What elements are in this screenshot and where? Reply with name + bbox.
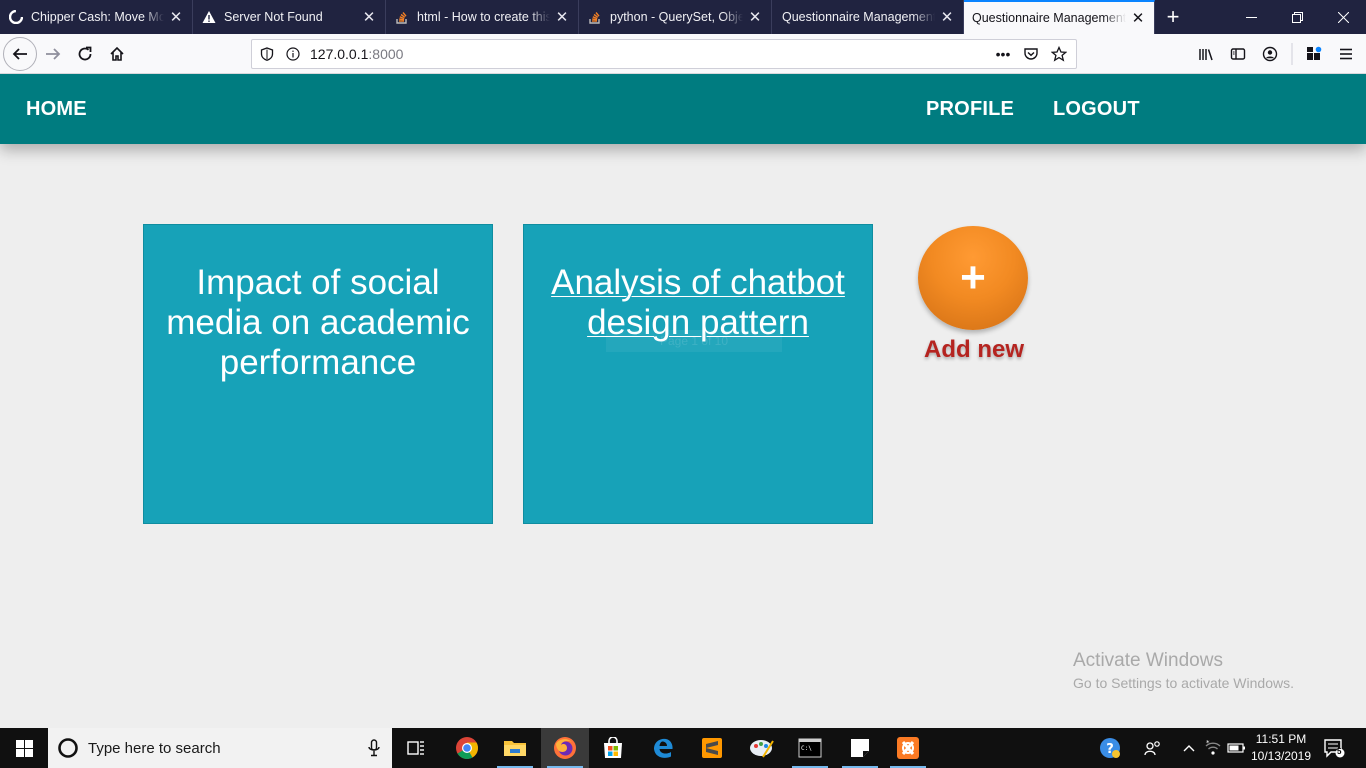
add-new-label[interactable]: Add new xyxy=(924,336,1034,364)
account-icon[interactable] xyxy=(1254,38,1286,70)
chrome-icon[interactable] xyxy=(443,728,491,768)
task-view-icon[interactable] xyxy=(392,728,440,768)
browser-tab-html-question[interactable]: html - How to create this ✕ xyxy=(386,0,579,34)
close-tab-icon[interactable]: ✕ xyxy=(1130,9,1146,27)
browser-tab-questionnaire-1[interactable]: Questionnaire Management S ✕ xyxy=(772,0,964,34)
notification-center-icon[interactable]: 5 xyxy=(1318,728,1350,768)
reload-icon xyxy=(78,46,92,61)
library-icon[interactable] xyxy=(1190,38,1222,70)
wifi-icon[interactable]: * xyxy=(1202,728,1224,768)
questionnaire-card-title[interactable]: Analysis of chatbot design pattern xyxy=(524,263,872,343)
web-page: HOME PROFILE LOGOUT Impact of social med… xyxy=(0,74,1366,728)
toolbar-right-group xyxy=(1190,34,1366,74)
url-text[interactable]: 127.0.0.1:8000 xyxy=(310,46,992,62)
page-actions-icon[interactable]: ••• xyxy=(992,43,1014,65)
svg-text:*: * xyxy=(1206,740,1210,747)
tab-title: html - How to create this xyxy=(417,10,550,24)
forward-button[interactable] xyxy=(37,38,69,70)
paint-icon[interactable] xyxy=(738,728,786,768)
tab-title: Server Not Found xyxy=(224,10,323,24)
xampp-icon[interactable] xyxy=(884,728,932,768)
add-new-button[interactable]: + xyxy=(918,226,1028,330)
reload-button[interactable] xyxy=(69,38,101,70)
minimize-icon[interactable] xyxy=(1228,0,1274,34)
cmd-icon[interactable]: C:\ xyxy=(786,728,834,768)
people-icon[interactable] xyxy=(1138,728,1168,768)
browser-tab-questionnaire-active[interactable]: Questionnaire Management S ✕ xyxy=(964,0,1155,34)
add-new-questionnaire[interactable]: + Add new xyxy=(918,226,1028,363)
chevron-up-icon[interactable] xyxy=(1178,728,1200,768)
home-icon xyxy=(110,46,124,61)
extensions-icon[interactable] xyxy=(1298,38,1330,70)
close-tab-icon[interactable]: ✕ xyxy=(747,8,763,26)
stackoverflow-icon xyxy=(587,9,603,25)
back-button[interactable] xyxy=(3,37,37,71)
tab-title: Chipper Cash: Move Mon xyxy=(31,10,164,24)
clock-time: 11:51 PM xyxy=(1255,732,1307,746)
tab-title: Questionnaire Management S xyxy=(972,11,1126,25)
windows-logo-icon xyxy=(15,739,33,757)
cortana-icon xyxy=(48,728,88,768)
sidebar-icon[interactable] xyxy=(1222,38,1254,70)
warning-icon xyxy=(201,9,217,25)
browser-tab-python-question[interactable]: python - QuerySet, Object ✕ xyxy=(579,0,772,34)
clock-date: 10/13/2019 xyxy=(1250,749,1312,763)
battery-icon[interactable] xyxy=(1226,728,1248,768)
questionnaire-card-title[interactable]: Impact of social media on academic perfo… xyxy=(144,263,492,383)
start-button[interactable] xyxy=(0,728,48,768)
chipper-favicon xyxy=(8,9,24,25)
taskbar-search[interactable]: Type here to search xyxy=(48,728,392,768)
system-clock[interactable]: 11:51 PM 10/13/2019 xyxy=(1246,731,1316,765)
close-tab-icon[interactable]: ✕ xyxy=(554,8,570,26)
shield-icon[interactable] xyxy=(256,40,278,68)
browser-tab-server-not-found[interactable]: Server Not Found ✕ xyxy=(193,0,386,34)
help-icon[interactable]: ? xyxy=(1094,728,1126,768)
edge-icon[interactable] xyxy=(639,728,687,768)
browser-toolbar: 127.0.0.1:8000 ••• xyxy=(0,34,1366,74)
tab-title: python - QuerySet, Object xyxy=(610,10,743,24)
nav-logout-link[interactable]: LOGOUT xyxy=(1053,98,1140,121)
browser-tab-strip: Chipper Cash: Move Mon ✕ Server Not Foun… xyxy=(0,0,1366,34)
close-tab-icon[interactable]: ✕ xyxy=(361,8,377,26)
notification-count: 5 xyxy=(1337,747,1342,756)
back-arrow-icon xyxy=(12,48,27,60)
site-header: HOME PROFILE LOGOUT xyxy=(0,74,1366,144)
nav-home-link[interactable]: HOME xyxy=(26,98,87,121)
svg-text:C:\: C:\ xyxy=(801,745,812,752)
store-icon[interactable] xyxy=(589,728,637,768)
new-tab-button[interactable]: + xyxy=(1155,0,1191,34)
nav-profile-link[interactable]: PROFILE xyxy=(926,98,1014,121)
plus-icon: + xyxy=(960,253,986,302)
home-button[interactable] xyxy=(101,38,133,70)
menu-hamburger-icon[interactable] xyxy=(1330,38,1362,70)
firefox-icon[interactable] xyxy=(541,728,589,768)
close-tab-icon[interactable]: ✕ xyxy=(168,8,184,26)
url-port: :8000 xyxy=(368,46,404,62)
tab-title: Questionnaire Management S xyxy=(782,10,935,24)
search-placeholder[interactable]: Type here to search xyxy=(88,740,356,757)
questionnaire-card[interactable]: Impact of social media on academic perfo… xyxy=(143,224,493,524)
sublime-text-icon[interactable] xyxy=(688,728,736,768)
watermark-subtitle: Go to Settings to activate Windows. xyxy=(1073,675,1294,691)
forward-arrow-icon xyxy=(46,48,61,60)
sticky-notes-icon[interactable] xyxy=(836,728,884,768)
stackoverflow-icon xyxy=(394,9,410,25)
address-bar[interactable]: 127.0.0.1:8000 ••• xyxy=(251,39,1077,69)
microphone-icon[interactable] xyxy=(356,739,392,757)
url-host: 127.0.0.1 xyxy=(310,46,369,62)
browser-tab-chipper[interactable]: Chipper Cash: Move Mon ✕ xyxy=(0,0,193,34)
file-explorer-icon[interactable] xyxy=(491,728,539,768)
pocket-icon[interactable] xyxy=(1020,43,1042,65)
restore-icon[interactable] xyxy=(1274,0,1320,34)
activate-windows-watermark: Activate Windows Go to Settings to activ… xyxy=(1073,650,1294,691)
info-icon[interactable] xyxy=(282,40,304,68)
toolbar-separator xyxy=(1286,38,1298,70)
bookmark-star-icon[interactable] xyxy=(1048,43,1070,65)
window-controls xyxy=(1228,0,1366,34)
watermark-title: Activate Windows xyxy=(1073,650,1223,671)
close-tab-icon[interactable]: ✕ xyxy=(939,8,955,26)
windows-taskbar: Type here to search C:\ ? * 11:51 PM 10/… xyxy=(0,728,1366,768)
questionnaire-card[interactable]: Page 1 of 10 Analysis of chatbot design … xyxy=(523,224,873,524)
close-window-icon[interactable] xyxy=(1320,0,1366,34)
